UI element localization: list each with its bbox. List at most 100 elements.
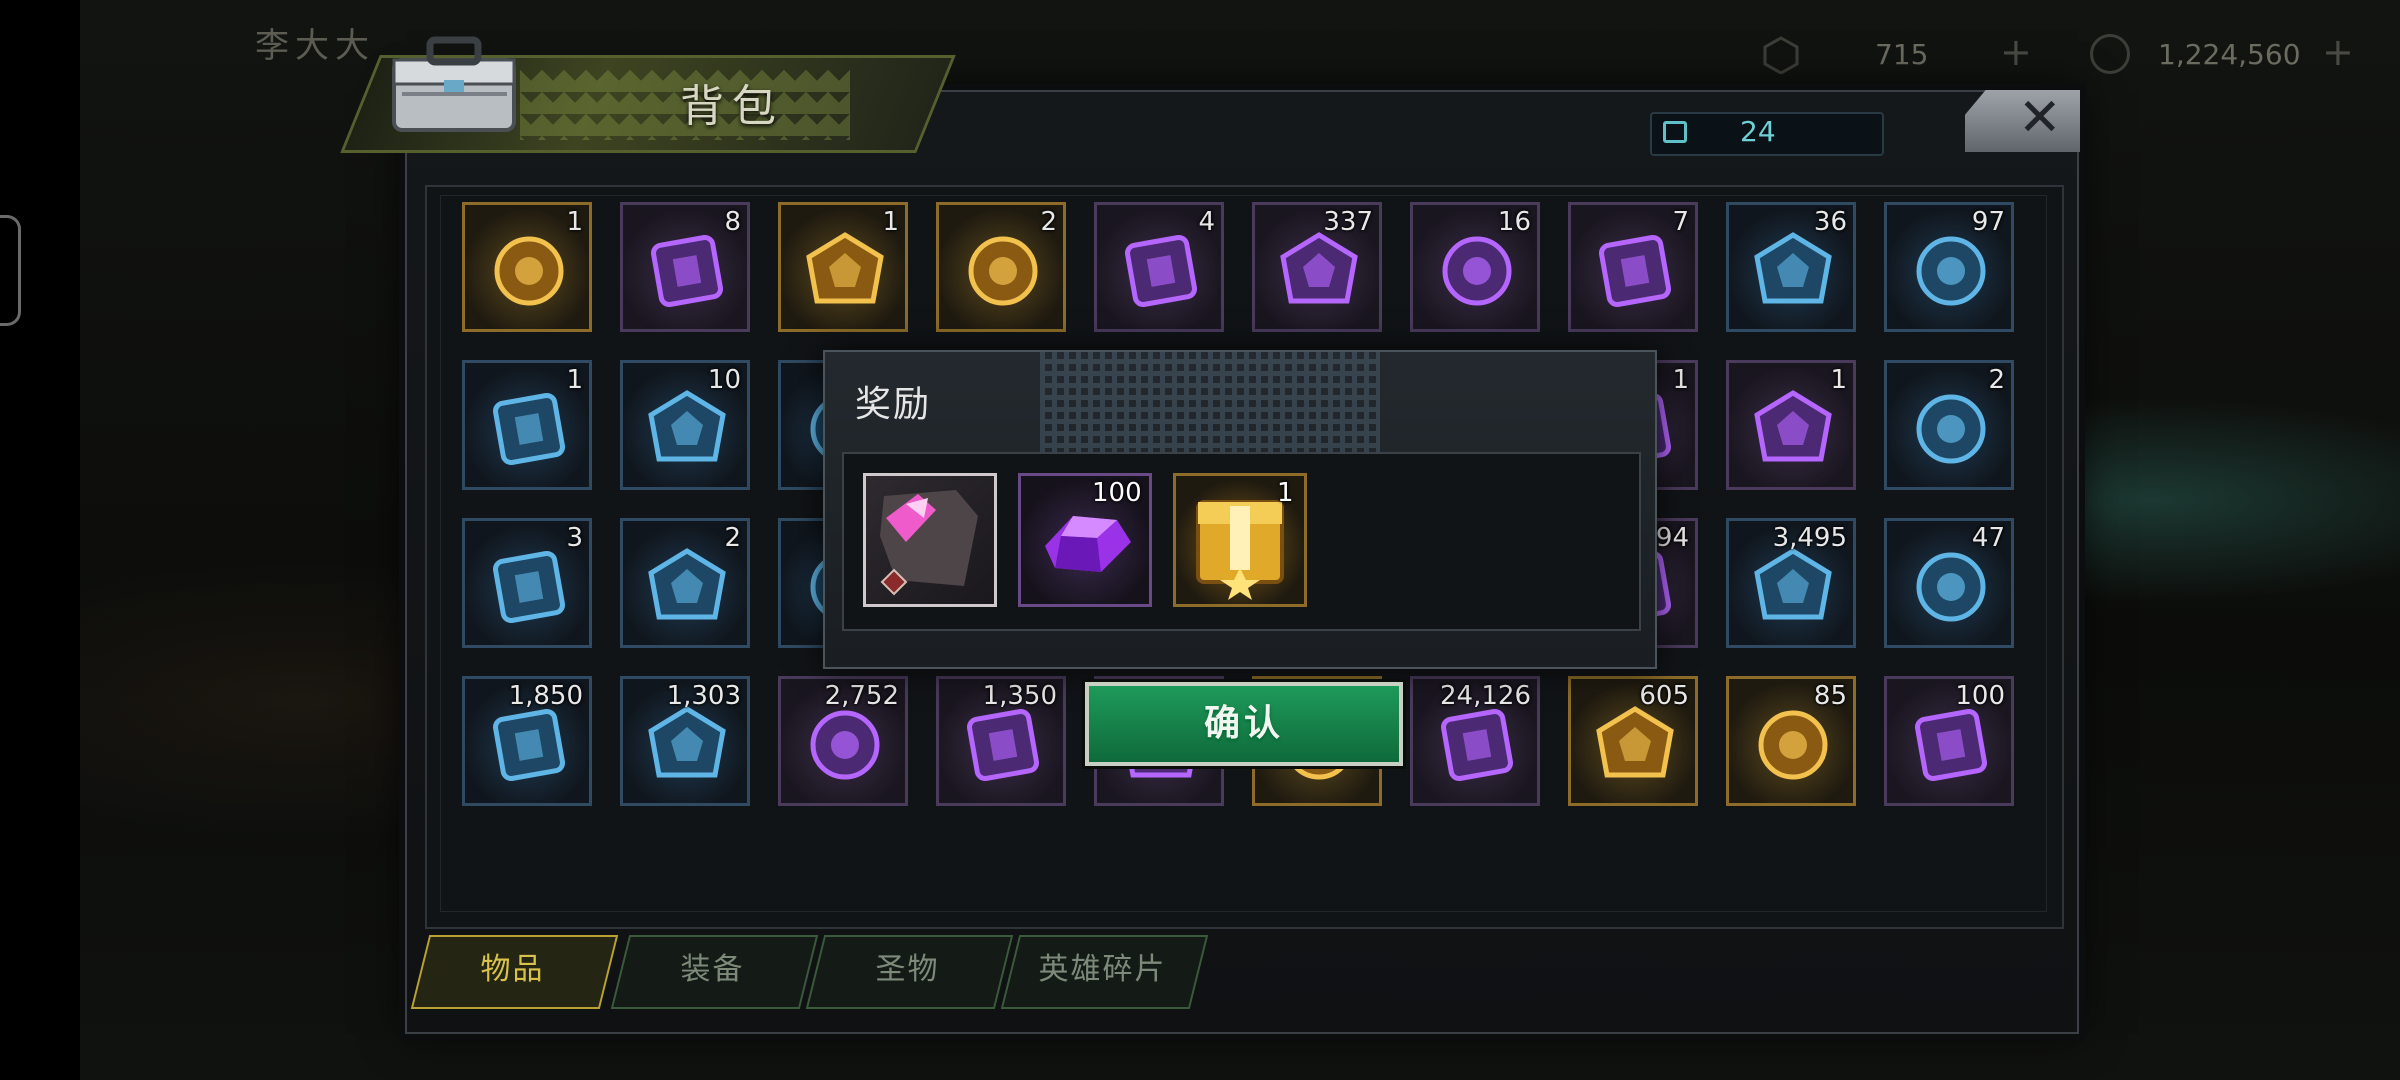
item-quantity: 36 — [1813, 207, 1847, 237]
cinema-ticket-icon — [1916, 236, 1986, 306]
inventory-slot[interactable]: 2 — [1884, 360, 2014, 490]
item-quantity: 1 — [1830, 365, 1847, 395]
inventory-slot[interactable]: 2 — [936, 202, 1066, 332]
item-quantity: 16 — [1497, 207, 1531, 237]
item-quantity: 10 — [707, 365, 741, 395]
gear-icon — [1754, 548, 1832, 620]
item-quantity: 2 — [724, 523, 741, 553]
fish-icon — [1280, 232, 1358, 304]
add-energy-button[interactable]: + — [2000, 30, 2032, 74]
fist-icon — [810, 710, 880, 780]
inventory-slot[interactable]: 1 — [778, 202, 908, 332]
inventory-slot[interactable]: 3,495 — [1726, 518, 1856, 648]
tab-hero-shards-label[interactable]: 英雄碎片 — [1010, 935, 1195, 1005]
item-quantity: 7 — [1672, 207, 1689, 237]
crystal-ore-icon — [1596, 706, 1674, 778]
inventory-slot[interactable]: 2,752 — [778, 676, 908, 806]
side-drawer-handle[interactable] — [0, 215, 21, 326]
film-reel-icon — [1442, 236, 1512, 306]
gold-coins-icon — [1758, 710, 1828, 780]
inventory-slot[interactable]: 1,350 — [936, 676, 1066, 806]
blueprint-shirt-icon — [493, 551, 565, 623]
inventory-slot[interactable]: 3 — [462, 518, 592, 648]
inventory-slot[interactable]: 8 — [620, 202, 750, 332]
storage-icon — [1663, 121, 1687, 143]
item-quantity: 1 — [566, 365, 583, 395]
confirm-label[interactable]: 确认 — [1085, 682, 1403, 766]
inventory-slot[interactable]: 97 — [1884, 202, 2014, 332]
inventory-slot[interactable]: 85 — [1726, 676, 1856, 806]
capacity-value: 24 — [1740, 115, 1776, 148]
dna-icon — [1915, 709, 1987, 781]
reward-title: 奖励 — [855, 384, 932, 425]
item-quantity: 100 — [1955, 681, 2005, 711]
blueprint-boot-icon — [648, 548, 726, 620]
puzzle-piece-icon — [967, 709, 1039, 781]
item-quantity: 8 — [724, 207, 741, 237]
bottle-cap-icon — [648, 390, 726, 462]
item-quantity: 1 — [566, 207, 583, 237]
golden-chest-icon — [806, 232, 884, 304]
reward-item[interactable] — [863, 473, 997, 607]
timer-token-icon — [493, 393, 565, 465]
blueprint-hat-icon — [1754, 390, 1832, 462]
panel-title: 背包 — [680, 81, 784, 132]
inventory-slot[interactable]: 337 — [1252, 202, 1382, 332]
inventory-slot[interactable]: 36 — [1726, 202, 1856, 332]
item-quantity: 3,495 — [1772, 523, 1847, 553]
inventory-slot[interactable]: 1 — [462, 360, 592, 490]
item-quantity: 24,126 — [1440, 681, 1531, 711]
biohazard-crate-icon — [1441, 709, 1513, 781]
inventory-slot[interactable]: 10 — [620, 360, 750, 490]
item-quantity: 4 — [1198, 207, 1215, 237]
inventory-slot[interactable]: 4 — [1094, 202, 1224, 332]
energy-value: 715 — [1875, 38, 1929, 71]
police-badge-icon — [1599, 235, 1671, 307]
inventory-slot[interactable]: 24,126 — [1410, 676, 1540, 806]
coin-icon — [2090, 34, 2130, 74]
robot-drone-icon — [651, 235, 723, 307]
item-quantity: 337 — [1323, 207, 1373, 237]
tab-relics-label[interactable]: 圣物 — [815, 935, 1000, 1005]
pink-crystal-shard-icon — [880, 490, 978, 596]
item-quantity: 1,303 — [666, 681, 741, 711]
lv1-crate-icon — [494, 236, 564, 306]
hexagon-icon — [1763, 36, 1799, 74]
close-icon[interactable]: ✕ — [2018, 88, 2062, 148]
inventory-slot[interactable]: 16 — [1410, 202, 1540, 332]
inventory-slot[interactable]: 1,303 — [620, 676, 750, 806]
inventory-slot[interactable]: 1 — [1726, 360, 1856, 490]
prism-icon — [648, 706, 726, 778]
tab-items-label[interactable]: 物品 — [420, 935, 605, 1005]
reward-qty: 100 — [1092, 478, 1142, 508]
snowball-icon — [1754, 232, 1832, 304]
item-quantity: 2,752 — [824, 681, 899, 711]
item-quantity: 1,350 — [982, 681, 1057, 711]
tab-equipment-label[interactable]: 装备 — [620, 935, 805, 1005]
item-quantity: 1 — [1672, 365, 1689, 395]
inventory-slot[interactable]: 1 — [462, 202, 592, 332]
add-coins-button[interactable]: + — [2322, 30, 2354, 74]
wing-emblem-icon — [493, 709, 565, 781]
toolbox-icon — [392, 36, 516, 132]
inventory-slot[interactable]: 7 — [1568, 202, 1698, 332]
inventory-slot[interactable]: 47 — [1884, 518, 2014, 648]
dialog-header-pattern — [1040, 352, 1380, 452]
12h-speedup-card-icon — [1125, 235, 1197, 307]
reward-qty: 1 — [1277, 478, 1294, 508]
screen-bezel — [0, 0, 80, 1080]
item-quantity: 94 — [1655, 523, 1689, 553]
item-quantity: 1,850 — [508, 681, 583, 711]
item-quantity: 97 — [1971, 207, 2005, 237]
item-quantity: 1 — [882, 207, 899, 237]
item-quantity: 3 — [566, 523, 583, 553]
inventory-slot[interactable]: 1,850 — [462, 676, 592, 806]
inventory-slot[interactable]: 2 — [620, 518, 750, 648]
inventory-slot[interactable]: 100 — [1884, 676, 2014, 806]
item-quantity: 2 — [1040, 207, 1057, 237]
item-quantity: 85 — [1813, 681, 1847, 711]
blueprint-cowboy-hat-icon — [1916, 394, 1986, 464]
item-quantity: 605 — [1639, 681, 1689, 711]
inventory-slot[interactable]: 605 — [1568, 676, 1698, 806]
item-quantity: 47 — [1971, 523, 2005, 553]
